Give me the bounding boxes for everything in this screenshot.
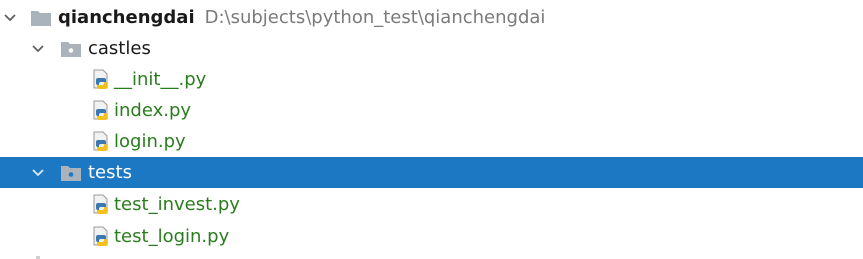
tree-folder-row[interactable]: castles bbox=[0, 33, 863, 64]
package-folder-icon bbox=[60, 164, 82, 182]
python-file-icon bbox=[92, 194, 112, 216]
folder-label: castles bbox=[88, 38, 151, 59]
python-file-icon bbox=[92, 131, 112, 153]
python-file-icon bbox=[92, 226, 112, 248]
package-folder-icon bbox=[60, 40, 82, 58]
folder-icon bbox=[30, 9, 52, 27]
file-label: __init__.py bbox=[114, 69, 207, 90]
folder-label: tests bbox=[88, 162, 132, 183]
tree-file-row[interactable]: index.py bbox=[0, 95, 863, 126]
project-path: D:\subjects\python_test\qianchengdai bbox=[204, 7, 546, 28]
tree-file-row[interactable]: __init__.py bbox=[0, 64, 863, 95]
tree-folder-row-selected[interactable]: tests bbox=[0, 157, 863, 188]
tree-file-row[interactable]: test_invest.py bbox=[0, 189, 863, 220]
tree-root-row[interactable]: qianchengdai D:\subjects\python_test\qia… bbox=[0, 2, 863, 33]
tree-file-row[interactable]: login.py bbox=[0, 126, 863, 157]
file-label: test_invest.py bbox=[114, 194, 240, 215]
file-label: test_login.py bbox=[114, 226, 230, 247]
file-label: login.py bbox=[114, 131, 186, 152]
chevron-down-icon[interactable] bbox=[30, 41, 46, 57]
project-tree: qianchengdai D:\subjects\python_test\qia… bbox=[0, 0, 863, 259]
file-label: index.py bbox=[114, 100, 192, 121]
tree-file-row[interactable]: test_login.py bbox=[0, 221, 863, 252]
project-name: qianchengdai bbox=[58, 7, 195, 28]
chevron-down-icon[interactable] bbox=[30, 165, 46, 181]
python-file-icon bbox=[92, 69, 112, 91]
python-file-icon bbox=[92, 100, 112, 122]
chevron-down-icon[interactable] bbox=[2, 10, 18, 26]
